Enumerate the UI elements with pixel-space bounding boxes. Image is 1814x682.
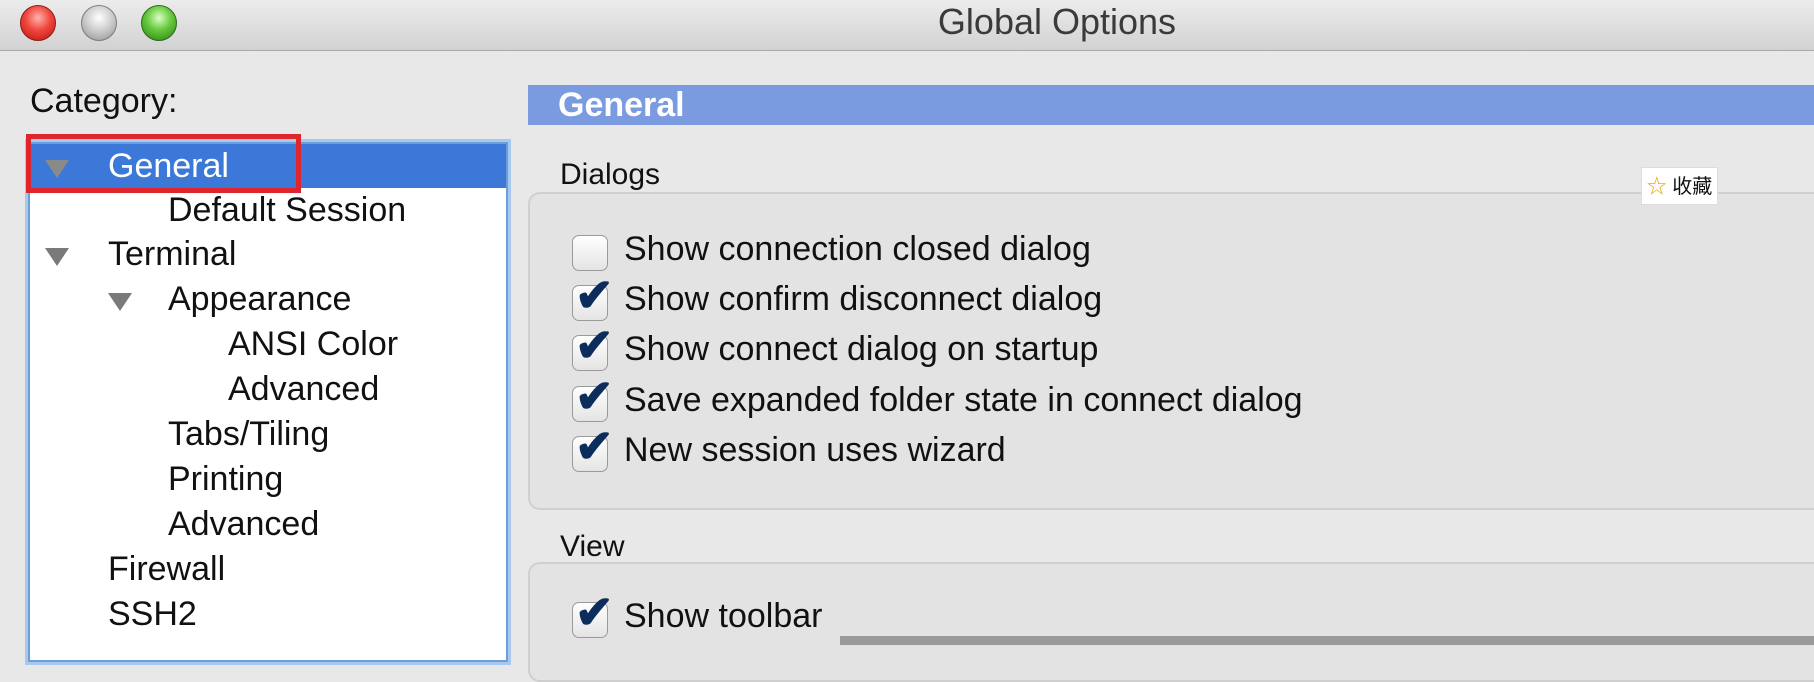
checkbox[interactable]: ✔ <box>572 423 614 472</box>
checkbox-label: Save expanded folder state in connect di… <box>624 381 1303 419</box>
tree-item-printing[interactable]: Printing <box>30 457 506 501</box>
star-icon: ☆ <box>1646 176 1667 198</box>
category-label: Category: <box>30 82 178 120</box>
bottom-divider <box>840 636 1814 645</box>
tree-item-label: SSH2 <box>108 595 197 633</box>
checkbox-label: Show connect dialog on startup <box>624 330 1099 368</box>
tree-item-ssh2[interactable]: SSH2 <box>30 592 506 636</box>
dialogs-group-label: Dialogs <box>560 158 661 191</box>
favorite-button[interactable]: ☆ 收藏 <box>1641 167 1718 205</box>
checkbox[interactable]: ✔ <box>572 373 614 422</box>
checkbox[interactable]: ✔ <box>572 272 614 321</box>
checkmark-icon: ✔ <box>575 420 614 472</box>
window-title: Global Options <box>937 1 1177 42</box>
annotation-highlight-box <box>26 134 301 193</box>
checkbox-label: New session uses wizard <box>624 431 1006 469</box>
checkmark-icon: ✔ <box>575 269 614 321</box>
tree-item-label: Appearance <box>168 280 352 318</box>
checkmark-icon: ✔ <box>575 370 614 422</box>
tree-item-label: Advanced <box>168 505 320 543</box>
category-tree[interactable]: General Default Session Terminal Appeara… <box>28 142 508 662</box>
tree-item-label: Advanced <box>228 370 380 408</box>
view-group-label: View <box>560 530 625 563</box>
tree-item-terminal-advanced[interactable]: Advanced <box>30 502 506 546</box>
checkbox[interactable] <box>572 235 608 271</box>
checkbox-label: Show toolbar <box>624 597 823 635</box>
tree-item-firewall[interactable]: Firewall <box>30 547 506 591</box>
tree-item-label: Printing <box>168 460 284 498</box>
disclosure-triangle-icon[interactable] <box>45 248 69 266</box>
checkmark-icon: ✔ <box>575 586 614 638</box>
tree-item-label: Firewall <box>108 550 226 588</box>
tree-item-appearance[interactable]: Appearance <box>30 277 506 321</box>
tree-item-label: ANSI Color <box>228 325 399 363</box>
section-header: General <box>528 85 1814 125</box>
disclosure-triangle-icon[interactable] <box>108 293 132 311</box>
tree-item-terminal[interactable]: Terminal <box>30 232 506 276</box>
checkbox-label: Show confirm disconnect dialog <box>624 280 1103 318</box>
tree-item-label: Tabs/Tiling <box>168 415 330 453</box>
checkbox[interactable]: ✔ <box>572 322 614 371</box>
checkbox-label: Show connection closed dialog <box>624 230 1091 268</box>
tree-item-ansi-color[interactable]: ANSI Color <box>30 322 506 366</box>
tree-item-default-session[interactable]: Default Session <box>30 188 506 232</box>
tree-item-label: Default Session <box>168 191 407 229</box>
tree-item-appearance-advanced[interactable]: Advanced <box>30 367 506 411</box>
title-bar: Global Options <box>0 0 1814 51</box>
tree-item-tabs-tiling[interactable]: Tabs/Tiling <box>30 412 506 456</box>
checkbox[interactable]: ✔ <box>572 589 614 638</box>
tree-item-label: Terminal <box>108 235 237 273</box>
checkmark-icon: ✔ <box>575 319 614 371</box>
favorite-label: 收藏 <box>1672 176 1713 198</box>
